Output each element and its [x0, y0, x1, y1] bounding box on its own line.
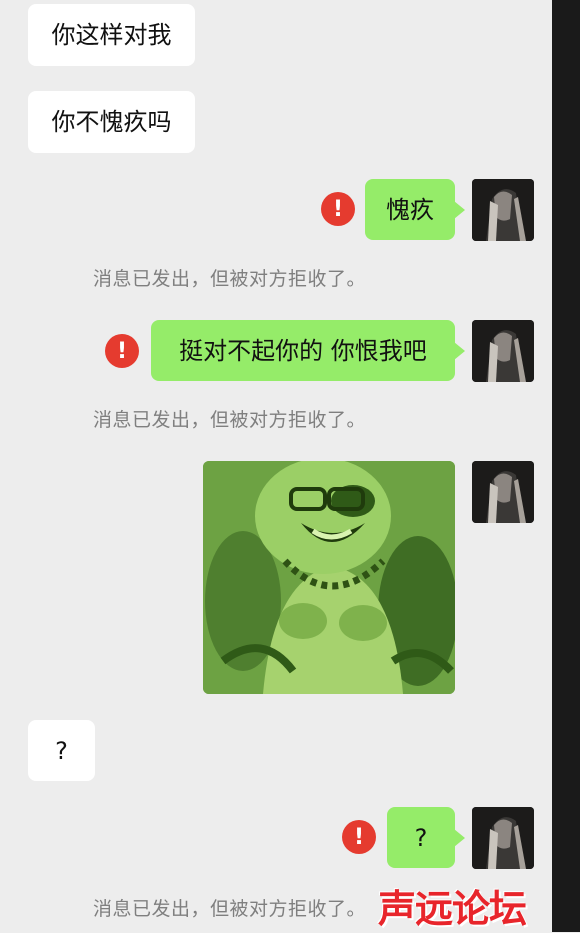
- outgoing-message-1[interactable]: 愧疚: [365, 179, 465, 240]
- send-failed-icon[interactable]: !: [321, 192, 355, 226]
- screen-edge: [552, 0, 580, 932]
- user-avatar[interactable]: [472, 320, 534, 382]
- send-failed-icon[interactable]: !: [105, 334, 139, 368]
- laughing-figure-image: [203, 461, 455, 694]
- user-avatar[interactable]: [472, 461, 534, 523]
- message-text: 挺对不起你的 你恨我吧: [179, 336, 427, 365]
- outgoing-message-2[interactable]: 挺对不起你的 你恨我吧: [151, 320, 465, 381]
- message-text: ?: [414, 823, 428, 852]
- user-avatar[interactable]: [472, 179, 534, 241]
- outgoing-message-3[interactable]: ?: [387, 807, 465, 868]
- sent-image[interactable]: [203, 461, 455, 694]
- message-text: 你不愧疚吗: [51, 108, 172, 136]
- message-text: 你这样对我: [51, 21, 172, 49]
- rejected-notice: 消息已发出，但被对方拒收了。: [93, 409, 367, 431]
- incoming-message-1[interactable]: 你这样对我: [28, 4, 195, 66]
- forum-watermark: 声远论坛: [378, 887, 527, 931]
- avatar-image: [472, 179, 534, 241]
- avatar-image: [472, 320, 534, 382]
- rejected-notice: 消息已发出，但被对方拒收了。: [93, 268, 367, 290]
- incoming-message-3[interactable]: ?: [28, 720, 95, 781]
- message-text: 愧疚: [386, 195, 434, 224]
- avatar-image: [472, 807, 534, 869]
- avatar-image: [472, 461, 534, 523]
- incoming-message-2[interactable]: 你不愧疚吗: [28, 91, 195, 153]
- rejected-notice: 消息已发出，但被对方拒收了。: [93, 898, 367, 920]
- user-avatar[interactable]: [472, 807, 534, 869]
- send-failed-icon[interactable]: !: [342, 820, 376, 854]
- message-text: ?: [55, 736, 68, 765]
